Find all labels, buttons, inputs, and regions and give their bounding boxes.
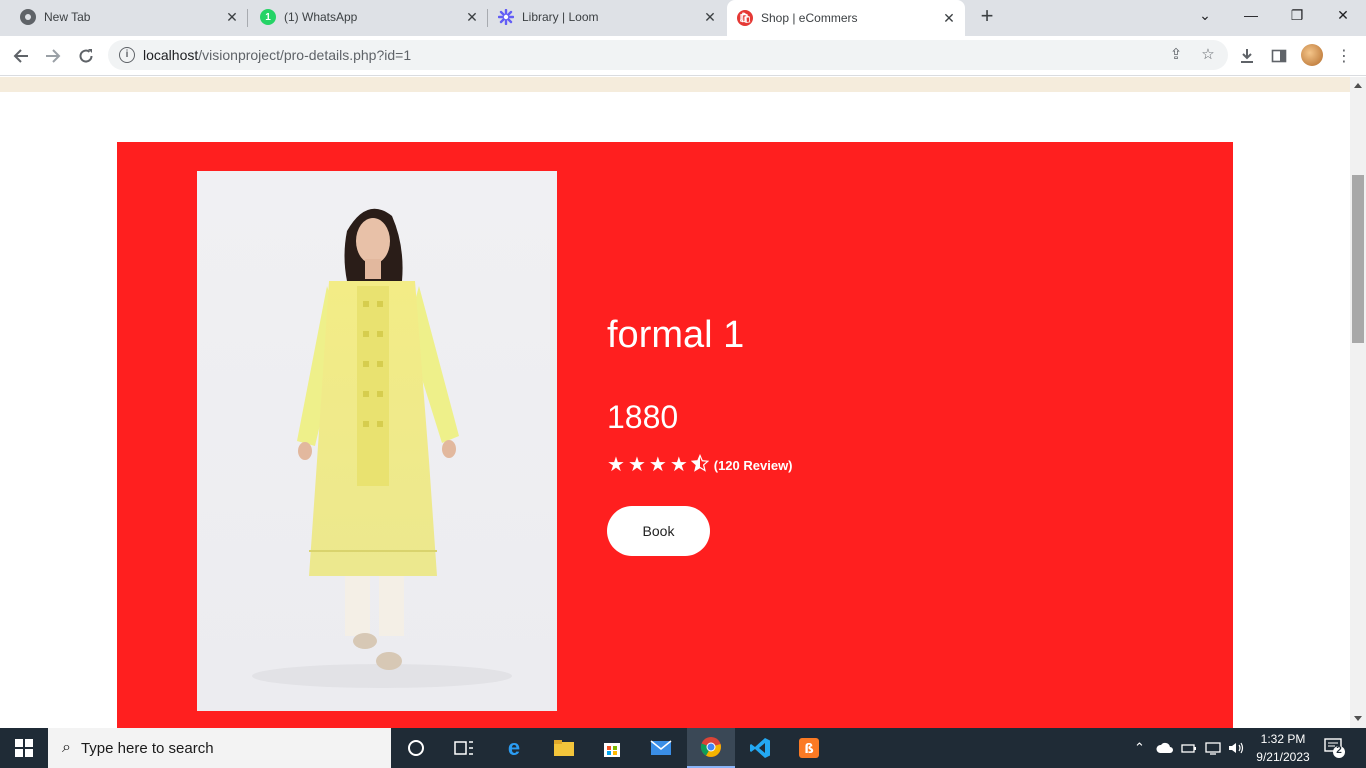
file-explorer-icon[interactable] bbox=[540, 728, 588, 768]
network-icon[interactable] bbox=[1205, 728, 1221, 768]
window-close-button[interactable]: ✕ bbox=[1320, 0, 1366, 30]
review-count: (120 Review) bbox=[713, 457, 793, 473]
search-placeholder: Type here to search bbox=[80, 739, 214, 757]
whatsapp-icon: 1 bbox=[260, 9, 276, 25]
tab-title: (1) WhatsApp bbox=[284, 10, 358, 24]
store-icon[interactable] bbox=[588, 728, 636, 768]
windows-taskbar: ⌕ Type here to search e ß ⌃ 1:32 PM 9/21… bbox=[0, 728, 1366, 768]
battery-plug-icon[interactable] bbox=[1181, 728, 1197, 768]
tab-shop[interactable]: 🛍 Shop | eCommers ✕ bbox=[727, 0, 965, 36]
address-bar[interactable]: i localhost/visionproject/pro-details.ph… bbox=[108, 40, 1228, 70]
star-icon: ★ bbox=[648, 454, 667, 476]
star-icon: ★ bbox=[607, 454, 625, 476]
xampp-icon[interactable]: ß bbox=[785, 728, 833, 768]
shop-icon: 🛍 bbox=[737, 10, 753, 26]
taskbar-clock[interactable]: 1:32 PM 9/21/2023 bbox=[1248, 730, 1318, 766]
download-icon[interactable] bbox=[1235, 44, 1259, 68]
tab-new-tab[interactable]: New Tab ✕ bbox=[0, 0, 248, 34]
tab-strip: New Tab ✕ 1 (1) WhatsApp ✕ Library | Loo… bbox=[0, 0, 1366, 36]
close-icon[interactable]: ✕ bbox=[224, 9, 240, 26]
bookmark-star-icon[interactable]: ☆ bbox=[1198, 45, 1218, 65]
reload-button[interactable] bbox=[74, 44, 98, 68]
tab-whatsapp[interactable]: 1 (1) WhatsApp ✕ bbox=[248, 0, 488, 34]
close-icon[interactable]: ✕ bbox=[464, 9, 480, 26]
profile-avatar[interactable] bbox=[1301, 44, 1323, 66]
notification-center-icon[interactable]: 2 bbox=[1322, 736, 1346, 760]
clock-date: 9/21/2023 bbox=[1256, 750, 1310, 764]
loom-icon bbox=[498, 9, 514, 25]
cortana-icon[interactable] bbox=[392, 728, 440, 768]
forward-button[interactable] bbox=[41, 44, 65, 68]
new-tab-button[interactable]: + bbox=[976, 5, 998, 28]
tab-search-chevron-icon[interactable]: ⌄ bbox=[1182, 0, 1228, 30]
product-details-panel: formal 1 1880 ★ ★ ★ ★ (120 Review) Book bbox=[117, 142, 1233, 728]
minimize-button[interactable]: — bbox=[1228, 0, 1274, 30]
scroll-up-icon[interactable] bbox=[1354, 83, 1362, 88]
tab-title: Library | Loom bbox=[522, 10, 599, 24]
tab-title: Shop | eCommers bbox=[761, 11, 858, 25]
side-panel-icon[interactable] bbox=[1267, 44, 1291, 68]
header-stripe bbox=[0, 77, 1350, 92]
page-content: formal 1 1880 ★ ★ ★ ★ (120 Review) Book bbox=[0, 77, 1350, 728]
page-scrollbar[interactable] bbox=[1350, 77, 1366, 728]
edge-icon[interactable]: e bbox=[490, 728, 538, 768]
chrome-icon bbox=[20, 9, 36, 25]
book-button[interactable]: Book bbox=[607, 506, 710, 556]
taskbar-search[interactable]: ⌕ Type here to search bbox=[48, 728, 391, 768]
site-info-icon[interactable]: i bbox=[119, 47, 135, 63]
task-view-icon[interactable] bbox=[440, 728, 488, 768]
tab-title: New Tab bbox=[44, 10, 91, 24]
search-icon: ⌕ bbox=[62, 739, 71, 756]
product-rating: ★ ★ ★ ★ (120 Review) bbox=[607, 453, 793, 476]
half-star-icon bbox=[690, 453, 710, 476]
close-icon[interactable]: ✕ bbox=[941, 10, 957, 27]
restore-button[interactable]: ❐ bbox=[1274, 0, 1320, 30]
chrome-taskbar-icon[interactable] bbox=[687, 728, 735, 768]
product-image bbox=[197, 171, 557, 711]
back-button[interactable] bbox=[9, 44, 33, 68]
tray-overflow-icon[interactable]: ⌃ bbox=[1134, 728, 1145, 768]
tab-loom[interactable]: Library | Loom ✕ bbox=[488, 0, 726, 34]
close-icon[interactable]: ✕ bbox=[702, 9, 718, 26]
browser-toolbar: i localhost/visionproject/pro-details.ph… bbox=[0, 36, 1366, 76]
url-text[interactable]: localhost/visionproject/pro-details.php?… bbox=[143, 47, 411, 63]
windows-start-icon[interactable] bbox=[0, 728, 48, 768]
product-price: 1880 bbox=[607, 399, 679, 435]
menu-kebab-icon[interactable]: ⋮ bbox=[1332, 44, 1356, 68]
product-name: formal 1 bbox=[607, 314, 745, 356]
vscode-icon[interactable] bbox=[736, 728, 784, 768]
url-host: localhost bbox=[143, 47, 199, 63]
mail-icon[interactable] bbox=[637, 728, 685, 768]
url-path: /visionproject/pro-details.php?id=1 bbox=[198, 47, 412, 63]
scroll-down-icon[interactable] bbox=[1354, 716, 1362, 721]
share-icon[interactable]: ⇪ bbox=[1166, 45, 1186, 65]
svg-text:ß: ß bbox=[804, 742, 813, 757]
volume-icon[interactable] bbox=[1228, 728, 1246, 768]
clock-time: 1:32 PM bbox=[1260, 732, 1306, 746]
tab-badge: 1 bbox=[265, 11, 271, 23]
notification-count: 2 bbox=[1336, 745, 1342, 756]
scrollbar-thumb[interactable] bbox=[1352, 175, 1364, 343]
onedrive-icon[interactable] bbox=[1156, 728, 1174, 768]
star-icon: ★ bbox=[669, 454, 688, 476]
star-icon: ★ bbox=[627, 454, 646, 476]
